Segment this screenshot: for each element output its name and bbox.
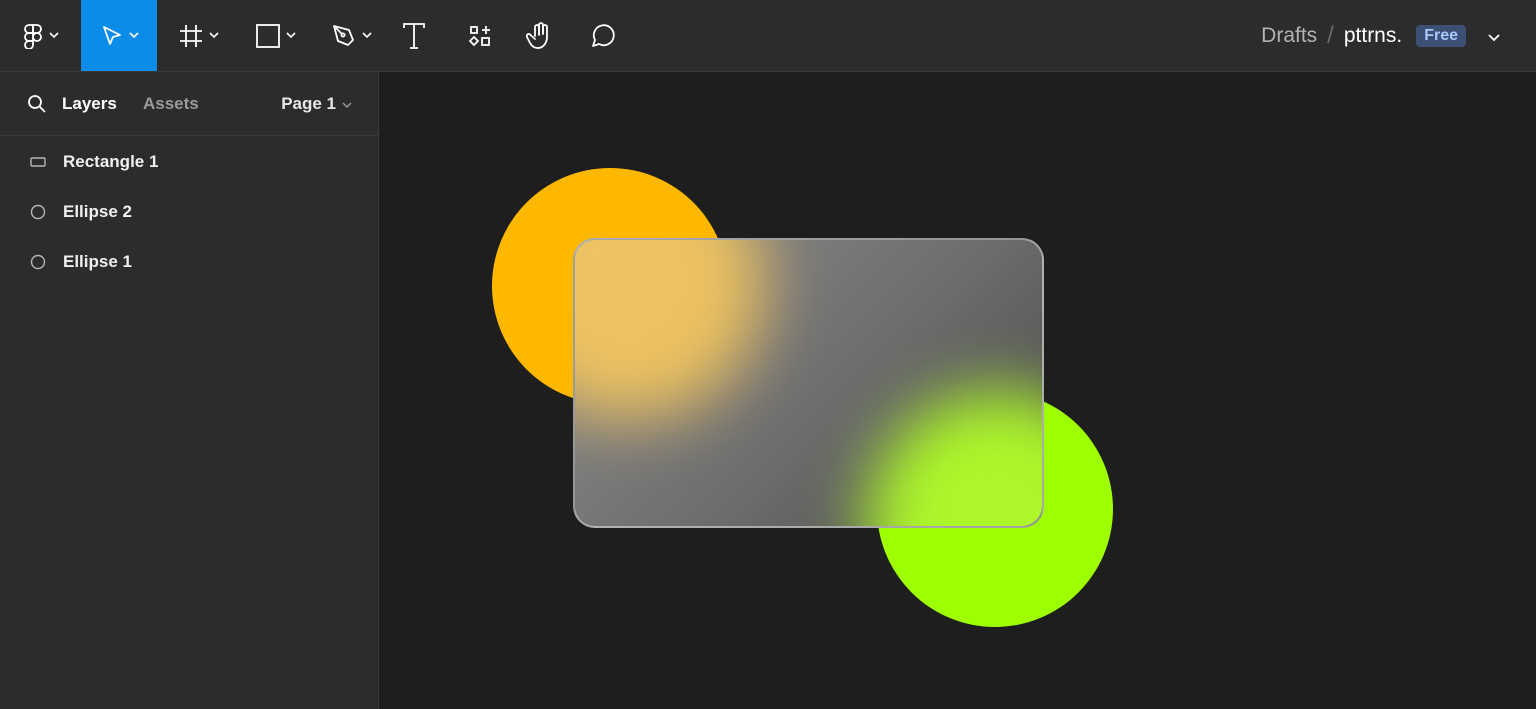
layer-name: Rectangle 1 bbox=[63, 152, 159, 171]
layer-list: Rectangle 1 Ellipse 2 Ellipse 1 bbox=[0, 136, 378, 287]
chevron-down-icon bbox=[1488, 24, 1500, 48]
hand-tool-button[interactable] bbox=[518, 0, 562, 71]
plan-badge: Free bbox=[1416, 24, 1466, 47]
panel-tabs: Layers Assets Page 1 bbox=[0, 72, 378, 136]
text-icon bbox=[402, 22, 426, 50]
pen-icon bbox=[331, 23, 357, 49]
canvas[interactable] bbox=[380, 72, 1536, 709]
chevron-down-icon bbox=[128, 32, 139, 39]
ellipse-layer-icon bbox=[30, 254, 46, 270]
file-menu-button[interactable] bbox=[1488, 24, 1500, 48]
layer-row-ellipse-2[interactable]: Ellipse 2 bbox=[0, 187, 378, 237]
resources-tool-button[interactable] bbox=[458, 0, 502, 71]
rectangle-1-glass-card[interactable] bbox=[573, 238, 1044, 528]
tab-assets[interactable]: Assets bbox=[143, 94, 199, 114]
rectangle-icon bbox=[255, 23, 281, 49]
comment-icon bbox=[588, 22, 616, 50]
chevron-down-icon bbox=[361, 32, 372, 39]
main-menu-button[interactable] bbox=[0, 0, 80, 71]
move-cursor-icon bbox=[100, 24, 124, 48]
search-icon[interactable] bbox=[27, 94, 47, 119]
layer-row-ellipse-1[interactable]: Ellipse 1 bbox=[0, 237, 378, 287]
shape-tool-button[interactable] bbox=[244, 0, 306, 71]
page-selector-label: Page 1 bbox=[281, 94, 336, 113]
comment-tool-button[interactable] bbox=[580, 0, 624, 71]
move-tool-button[interactable] bbox=[81, 0, 157, 71]
frame-hash-icon bbox=[178, 23, 204, 49]
chevron-down-icon bbox=[208, 32, 219, 39]
chevron-down-icon bbox=[336, 94, 352, 114]
layer-name: Ellipse 1 bbox=[63, 252, 132, 271]
layer-row-rectangle-1[interactable]: Rectangle 1 bbox=[0, 137, 378, 187]
left-panel: Layers Assets Page 1 Rectangle 1 Ellipse… bbox=[0, 72, 379, 709]
chevron-down-icon bbox=[48, 32, 59, 39]
file-name[interactable]: pttrns. bbox=[1344, 24, 1402, 48]
layer-name: Ellipse 2 bbox=[63, 202, 132, 221]
chevron-down-icon bbox=[285, 32, 296, 39]
hand-icon bbox=[526, 21, 554, 51]
text-tool-button[interactable] bbox=[392, 0, 436, 71]
tab-layers[interactable]: Layers bbox=[62, 94, 117, 114]
ellipse-layer-icon bbox=[30, 204, 46, 220]
figma-logo-icon bbox=[22, 23, 44, 49]
breadcrumb-separator: / bbox=[1327, 21, 1334, 49]
frame-tool-button[interactable] bbox=[167, 0, 229, 71]
resources-icon bbox=[468, 24, 492, 48]
glass-blur-yellow bbox=[575, 240, 765, 420]
breadcrumb-drafts-link[interactable]: Drafts bbox=[1261, 24, 1317, 48]
breadcrumb: Drafts / pttrns. Free bbox=[1261, 0, 1500, 71]
glass-blur-green bbox=[865, 390, 1042, 526]
rectangle-layer-icon bbox=[30, 156, 46, 168]
pen-tool-button[interactable] bbox=[320, 0, 382, 71]
page-selector[interactable]: Page 1 bbox=[281, 94, 352, 114]
toolbar: Drafts / pttrns. Free bbox=[0, 0, 1536, 72]
